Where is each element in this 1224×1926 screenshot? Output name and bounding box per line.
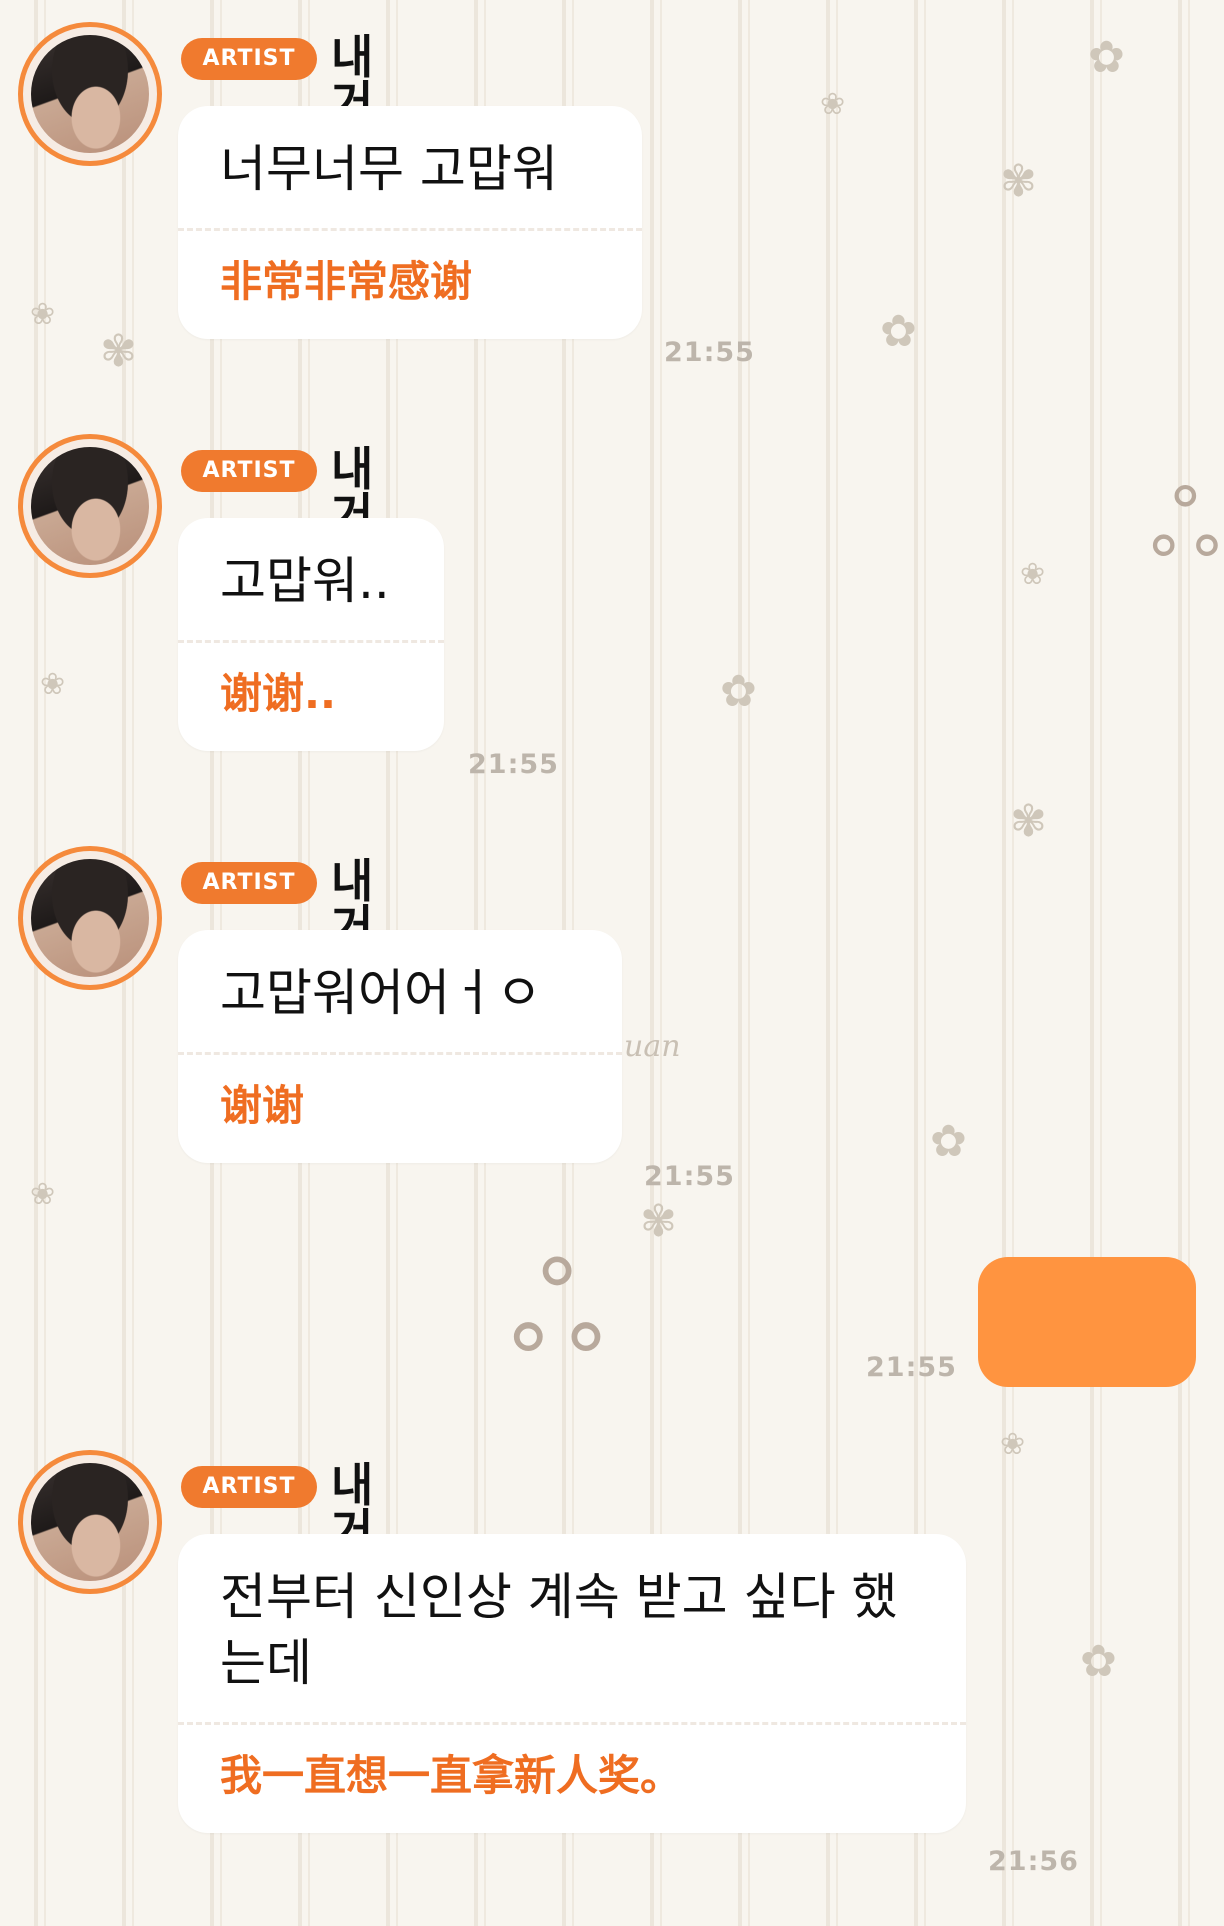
avatar[interactable]	[18, 846, 162, 990]
timestamp: 21:55	[664, 337, 755, 368]
flower-icon: ❀	[30, 1177, 56, 1212]
artist-badge: ARTIST	[181, 450, 317, 492]
flower-icon: ❀	[1020, 557, 1046, 592]
timestamp: 21:56	[988, 1846, 1079, 1877]
flower-icon: ✿	[930, 1116, 967, 1167]
artist-badge: ARTIST	[181, 1466, 317, 1508]
flower-icon: ❀	[40, 667, 66, 702]
flower-icon: ❀	[820, 87, 846, 122]
message-text: 고맙워어어ㅓㅇ	[220, 964, 542, 1022]
outgoing-message-bubble[interactable]	[978, 1257, 1196, 1387]
outgoing-timestamp: 21:55	[866, 1352, 957, 1383]
bow-icon: ஃ	[510, 1240, 605, 1379]
flower-icon: ✿	[720, 666, 757, 717]
avatar[interactable]	[18, 1450, 162, 1594]
translation-text: 我一直想一直拿新人奖。	[220, 1751, 683, 1800]
artist-badge: ARTIST	[181, 38, 317, 80]
flower-icon: ✾	[1010, 796, 1047, 847]
translation-text: 谢谢..	[220, 669, 336, 718]
flower-icon: ❀	[1000, 1427, 1026, 1462]
flower-icon: ✾	[100, 326, 137, 377]
wallpaper-watermark: uan	[624, 1029, 681, 1064]
avatar[interactable]	[18, 434, 162, 578]
flower-icon: ✿	[1088, 32, 1125, 83]
flower-icon: ✿	[1080, 1636, 1117, 1687]
timestamp: 21:55	[468, 749, 559, 780]
flower-icon: ❀	[30, 297, 56, 332]
message-text: 고맙워..	[220, 552, 390, 610]
flower-icon: ✾	[1000, 156, 1037, 207]
message-text: 전부터 신인상 계속 받고 싶다 했는데	[220, 1568, 898, 1692]
avatar[interactable]	[18, 22, 162, 166]
message-bubble[interactable]: 고맙워.. 谢谢..	[178, 518, 444, 751]
message-bubble[interactable]: 고맙워어어ㅓㅇ 谢谢	[178, 930, 622, 1163]
message-bubble[interactable]: 너무너무 고맙워 非常非常感谢	[178, 106, 642, 339]
message-bubble[interactable]: 전부터 신인상 계속 받고 싶다 했는데 我一直想一直拿新人奖。	[178, 1534, 966, 1833]
bow-icon: ஃ	[1150, 472, 1221, 577]
timestamp: 21:55	[644, 1161, 735, 1192]
message-text: 너무너무 고맙워	[220, 140, 558, 198]
flower-icon: ✿	[880, 306, 917, 357]
translation-text: 非常非常感谢	[220, 257, 473, 306]
artist-badge: ARTIST	[181, 862, 317, 904]
flower-icon: ✾	[640, 1196, 677, 1247]
translation-text: 谢谢	[220, 1081, 305, 1130]
